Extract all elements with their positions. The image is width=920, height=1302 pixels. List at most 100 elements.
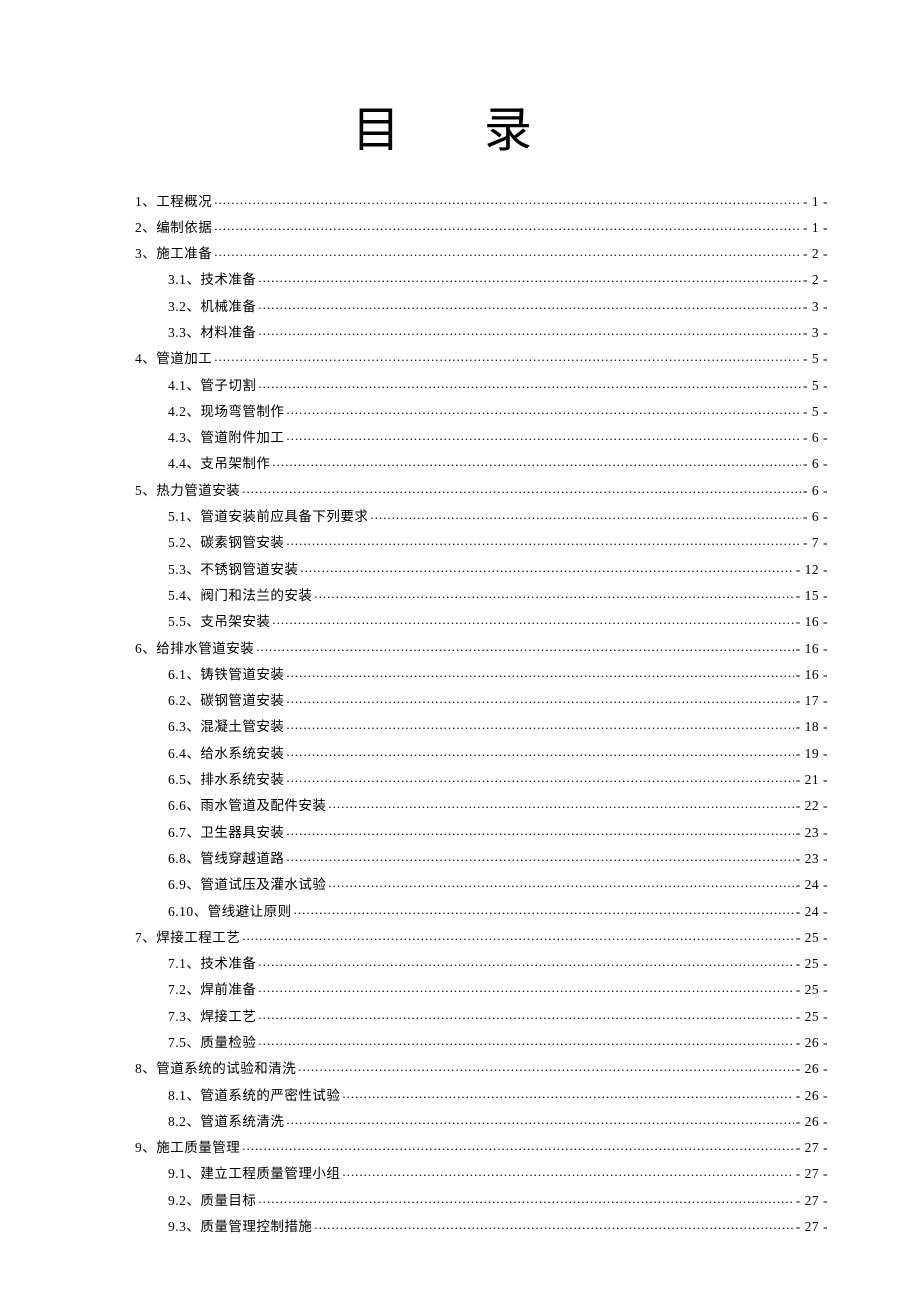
toc-label: 4.4、支吊架制作 [168, 457, 270, 471]
toc-entry: 5.5、支吊架安装- 16 - [92, 613, 828, 629]
toc-entry: 5.4、阀门和法兰的安装- 15 - [92, 586, 828, 602]
toc-label: 5.3、不锈钢管道安装 [168, 563, 298, 577]
toc-page-number: - 27 - [796, 1194, 828, 1208]
toc-entry: 4.1、管子切割- 5 - [92, 376, 828, 392]
toc-label: 1、工程概况 [135, 195, 212, 209]
toc-leader-dots [258, 271, 801, 285]
toc-entry: 5.1、管道安装前应具备下列要求 - 6 - [92, 508, 828, 524]
toc-page-number: - 23 - [796, 852, 828, 866]
toc-entry: 9、施工质量管理- 27 - [92, 1139, 828, 1155]
toc-page-number: - 24 - [796, 905, 828, 919]
toc-page-number: - 2 - [803, 247, 828, 261]
toc-entry: 9.1、建立工程质量管理小组- 27 - [92, 1165, 828, 1181]
toc-page-number: - 6 - [803, 457, 828, 471]
toc-entry: 6.4、给水系统安装- 19 - [92, 744, 828, 760]
toc-leader-dots [258, 1034, 793, 1048]
toc-page-number: - 26 - [796, 1089, 828, 1103]
toc-label: 3.3、材料准备 [168, 326, 256, 340]
toc-label: 4.3、管道附件加工 [168, 431, 284, 445]
toc-label: 8.2、管道系统清洗 [168, 1115, 284, 1129]
toc-entry: 5、热力管道安装- 6 - [92, 481, 828, 497]
toc-leader-dots [286, 744, 793, 758]
toc-label: 8.1、管道系统的严密性试验 [168, 1089, 340, 1103]
toc-label: 4、管道加工 [135, 352, 212, 366]
toc-entry: 6.7、卫生器具安装- 23 - [92, 823, 828, 839]
toc-leader-dots [286, 534, 801, 548]
toc-label: 6.5、排水系统安装 [168, 773, 284, 787]
toc-leader-dots [258, 1007, 793, 1021]
toc-entry: 7.3、焊接工艺 - 25 - [92, 1007, 828, 1023]
toc-page-number: - 7 - [803, 536, 828, 550]
toc-page-number: - 27 - [796, 1141, 828, 1155]
toc-page-number: - 27 - [796, 1167, 828, 1181]
toc-entry: 8.2、管道系统清洗- 26 - [92, 1112, 828, 1128]
toc-leader-dots [242, 928, 794, 942]
toc-label: 7.3、焊接工艺 [168, 1010, 256, 1024]
toc-label: 6.9、管道试压及灌水试验 [168, 878, 326, 892]
toc-page-number: - 6 - [803, 431, 828, 445]
table-of-contents: 1、工程概况- 1 - 2、编制依据- 1 - 3、施工准备- 2 - 3.1、技术准… [92, 192, 828, 1234]
toc-leader-dots [258, 376, 801, 390]
toc-page-number: - 15 - [796, 589, 828, 603]
toc-entry: 8、管道系统的试验和清洗- 26 - [92, 1060, 828, 1076]
toc-leader-dots [328, 876, 793, 890]
toc-label: 5.1、管道安装前应具备下列要求 [168, 510, 368, 524]
toc-page-number: - 6 - [803, 510, 828, 524]
toc-leader-dots [214, 218, 801, 232]
toc-leader-dots [258, 1191, 793, 1205]
toc-leader-dots [294, 902, 794, 916]
toc-leader-dots [242, 1139, 794, 1153]
toc-label: 9.3、质量管理控制措施 [168, 1220, 312, 1234]
toc-entry: 4.3、管道附件加工 - 6 - [92, 429, 828, 445]
toc-page-number: - 12 - [796, 563, 828, 577]
toc-entry: 7、焊接工程工艺- 25 - [92, 928, 828, 944]
toc-leader-dots [258, 955, 793, 969]
toc-page-number: - 27 - [796, 1220, 828, 1234]
toc-page-number: - 21 - [796, 773, 828, 787]
toc-page-number: - 24 - [796, 878, 828, 892]
toc-label: 6.1、铸铁管道安装 [168, 668, 284, 682]
toc-label: 6.8、管线穿越道路 [168, 852, 284, 866]
toc-leader-dots [242, 481, 801, 495]
toc-entry: 4.4、支吊架制作 - 6 - [92, 455, 828, 471]
toc-label: 7.2、焊前准备 [168, 983, 256, 997]
toc-leader-dots [286, 849, 793, 863]
toc-entry: 3.2、机械准备- 3 - [92, 297, 828, 313]
toc-entry: 3、施工准备- 2 - [92, 245, 828, 261]
toc-entry: 6.9、管道试压及灌水试验 - 24 - [92, 876, 828, 892]
toc-label: 6、给排水管道安装 [135, 642, 254, 656]
toc-entry: 7.5、质量检验- 26 - [92, 1034, 828, 1050]
toc-label: 6.3、混凝土管安装 [168, 720, 284, 734]
toc-leader-dots [286, 429, 801, 443]
toc-entry: 4.2、现场弯管制作- 5 - [92, 402, 828, 418]
toc-page-number: - 23 - [796, 826, 828, 840]
toc-label: 7、焊接工程工艺 [135, 931, 240, 945]
toc-leader-dots [286, 823, 793, 837]
toc-page-number: - 5 - [803, 405, 828, 419]
toc-leader-dots [214, 245, 801, 259]
toc-label: 6.2、碳钢管道安装 [168, 694, 284, 708]
toc-leader-dots [258, 323, 801, 337]
toc-entry: 1、工程概况- 1 - [92, 192, 828, 208]
toc-page-number: - 26 - [796, 1062, 828, 1076]
toc-page-number: - 2 - [803, 273, 828, 287]
toc-page-number: - 16 - [796, 642, 828, 656]
toc-leader-dots [300, 560, 793, 574]
toc-entry: 6.1、铸铁管道安装 - 16 - [92, 665, 828, 681]
toc-leader-dots [214, 192, 801, 206]
toc-leader-dots [342, 1165, 793, 1179]
toc-entry: 2、编制依据- 1 - [92, 218, 828, 234]
toc-page-number: - 25 - [796, 1010, 828, 1024]
toc-entry: 3.1、技术准备- 2 - [92, 271, 828, 287]
toc-label: 9.2、质量目标 [168, 1194, 256, 1208]
toc-leader-dots [328, 797, 793, 811]
toc-label: 6.4、给水系统安装 [168, 747, 284, 761]
toc-page-number: - 5 - [803, 379, 828, 393]
toc-page-number: - 3 - [803, 300, 828, 314]
toc-leader-dots [286, 1112, 793, 1126]
toc-label: 2、编制依据 [135, 221, 212, 235]
toc-entry: 8.1、管道系统的严密性试验 - 26 - [92, 1086, 828, 1102]
toc-page-number: - 16 - [796, 668, 828, 682]
toc-leader-dots [314, 586, 793, 600]
toc-label: 5.2、碳素钢管安装 [168, 536, 284, 550]
